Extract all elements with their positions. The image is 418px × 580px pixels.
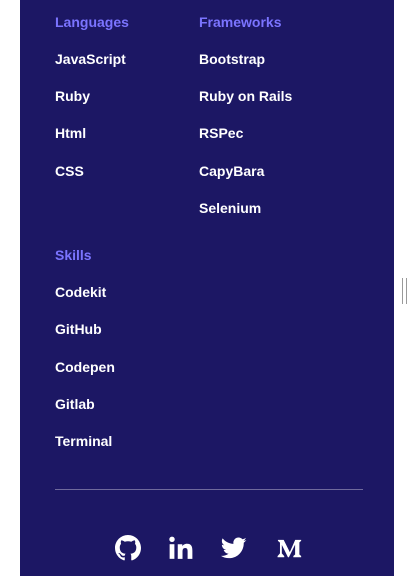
language-css[interactable]: CSS — [55, 163, 84, 179]
framework-capybara[interactable]: CapyBara — [199, 163, 264, 179]
linkedin-icon[interactable] — [168, 535, 194, 561]
frameworks-heading: Frameworks — [199, 14, 282, 30]
language-ruby[interactable]: Ruby — [55, 88, 90, 104]
medium-icon[interactable] — [277, 535, 303, 561]
skill-gitlab[interactable]: Gitlab — [55, 396, 95, 412]
footer-divider — [55, 489, 363, 490]
twitter-icon[interactable] — [221, 535, 247, 561]
skills-heading: Skills — [55, 247, 92, 263]
footer-panel: Languages JavaScript Ruby Html CSS Frame… — [20, 0, 394, 576]
skill-github[interactable]: GitHub — [55, 321, 102, 337]
framework-bootstrap[interactable]: Bootstrap — [199, 51, 265, 67]
skill-codekit[interactable]: Codekit — [55, 284, 106, 300]
github-icon[interactable] — [115, 535, 141, 561]
languages-heading: Languages — [55, 14, 129, 30]
framework-rspec[interactable]: RSPec — [199, 125, 243, 141]
skill-codepen[interactable]: Codepen — [55, 359, 115, 375]
framework-selenium[interactable]: Selenium — [199, 200, 261, 216]
skill-terminal[interactable]: Terminal — [55, 433, 112, 449]
framework-ruby-on-rails[interactable]: Ruby on Rails — [199, 88, 292, 104]
scrollbar-handle[interactable] — [402, 278, 409, 304]
social-links — [20, 535, 394, 563]
language-html[interactable]: Html — [55, 125, 86, 141]
language-javascript[interactable]: JavaScript — [55, 51, 126, 67]
